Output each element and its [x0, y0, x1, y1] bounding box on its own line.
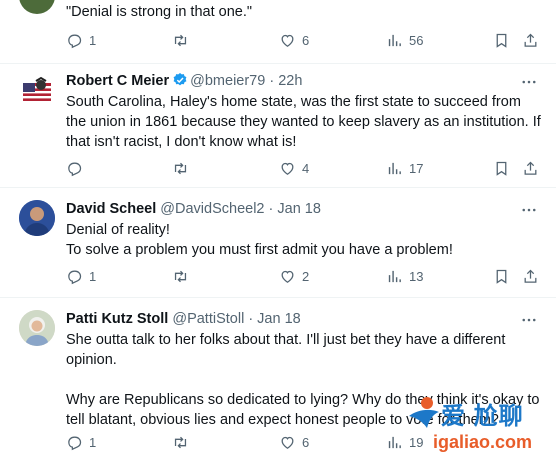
share-button[interactable] — [522, 266, 539, 286]
avatar[interactable] — [19, 73, 55, 109]
reply-button[interactable]: 1 — [66, 266, 96, 286]
avatar-photo-icon — [19, 310, 55, 346]
bookmark-button[interactable] — [493, 158, 510, 178]
retweet-button[interactable] — [172, 432, 195, 452]
tweet-actions: 1 2 13 — [66, 266, 544, 286]
view-count: 17 — [409, 160, 424, 176]
avatar-flag-icon — [23, 76, 51, 101]
display-name[interactable]: Patti Kutz Stoll — [66, 311, 168, 327]
like-icon — [281, 34, 294, 47]
views-icon — [388, 162, 401, 174]
reply-button[interactable]: 1 — [66, 432, 96, 452]
more-icon — [522, 318, 536, 322]
like-button[interactable]: 4 — [279, 158, 309, 178]
tweet-text: Denial of reality! To solve a problem yo… — [66, 222, 453, 258]
views-icon — [388, 34, 401, 46]
user-handle[interactable]: @DavidScheel2 — [160, 201, 264, 217]
views-icon — [388, 436, 401, 448]
view-count: 13 — [409, 268, 424, 284]
tweet-text: "Denial is strong in that one." — [66, 4, 253, 20]
views-button[interactable]: 19 — [386, 432, 423, 452]
retweet-icon — [174, 162, 187, 174]
reply-icon — [68, 34, 82, 48]
views-button[interactable]: 13 — [386, 266, 423, 286]
tweet-actions: 1 6 56 — [66, 30, 544, 50]
like-icon — [281, 162, 294, 175]
verified-icon — [173, 73, 187, 86]
retweet-icon — [174, 34, 187, 46]
avatar[interactable] — [19, 310, 55, 346]
more-icon — [522, 80, 536, 84]
reply-button[interactable]: 1 — [66, 30, 96, 50]
retweet-button[interactable] — [172, 266, 195, 286]
views-icon — [388, 270, 401, 282]
retweet-icon — [174, 436, 187, 448]
like-count: 6 — [302, 434, 310, 450]
like-button[interactable]: 6 — [279, 30, 309, 50]
avatar-photo-icon — [19, 200, 55, 236]
timestamp[interactable]: · Jan 18 — [248, 311, 300, 327]
bookmark-icon — [496, 33, 507, 48]
views-button[interactable]: 56 — [386, 30, 423, 50]
share-icon — [524, 33, 537, 47]
display-name[interactable]: David Scheel — [66, 201, 156, 217]
bookmark-button[interactable] — [493, 30, 510, 50]
tweet-header: Patti Kutz Stoll @PattiStoll · Jan 18 — [66, 310, 301, 328]
like-icon — [281, 270, 294, 283]
share-icon — [524, 269, 537, 283]
tweet-header: David Scheel @DavidScheel2 · Jan 18 — [66, 200, 321, 218]
more-button[interactable] — [520, 73, 538, 91]
tweet-text: South Carolina, Haley's home state, was … — [66, 94, 545, 150]
reply-icon — [68, 436, 82, 450]
bookmark-icon — [496, 161, 507, 176]
like-count: 6 — [302, 32, 310, 48]
view-count: 56 — [409, 32, 424, 48]
tweet-actions: 4 17 — [66, 158, 544, 178]
retweet-button[interactable] — [172, 158, 195, 178]
display-name[interactable]: Robert C Meier — [66, 73, 169, 89]
timestamp[interactable]: · Jan 18 — [269, 201, 321, 217]
bookmark-button[interactable] — [493, 266, 510, 286]
bookmark-icon — [496, 269, 507, 284]
share-icon — [524, 161, 537, 175]
tweet-actions: 1 6 19 — [66, 432, 544, 452]
more-icon — [522, 208, 536, 212]
user-handle[interactable]: @bmeier79 — [190, 73, 265, 89]
views-button[interactable]: 17 — [386, 158, 423, 178]
reply-icon — [68, 162, 82, 176]
reply-count: 1 — [89, 434, 97, 450]
tweet-1[interactable]: Robert C Meier @bmeier79 · 22h South Caro… — [0, 64, 556, 188]
reply-count: 1 — [89, 32, 97, 48]
like-count: 2 — [302, 268, 310, 284]
timestamp[interactable]: · 22h — [269, 73, 302, 89]
like-count: 4 — [302, 160, 310, 176]
more-button[interactable] — [520, 311, 538, 329]
view-count: 19 — [409, 434, 424, 450]
more-button[interactable] — [520, 201, 538, 219]
retweet-button[interactable] — [172, 30, 195, 50]
avatar[interactable] — [19, 0, 55, 14]
like-icon — [281, 436, 294, 449]
reply-icon — [68, 270, 82, 284]
share-button[interactable] — [522, 30, 539, 50]
share-button[interactable] — [522, 158, 539, 178]
reply-button[interactable] — [66, 158, 89, 178]
like-button[interactable]: 2 — [279, 266, 309, 286]
reply-count: 1 — [89, 268, 97, 284]
tweet-2[interactable]: David Scheel @DavidScheel2 · Jan 18 Deni… — [0, 188, 556, 298]
retweet-icon — [174, 270, 187, 282]
like-button[interactable]: 6 — [279, 432, 309, 452]
avatar[interactable] — [19, 200, 55, 236]
tweet-header: Robert C Meier @bmeier79 · 22h — [66, 72, 302, 90]
tweet-0[interactable]: "Denial is strong in that one." 1 6 56 — [0, 0, 556, 64]
tweet-3[interactable]: Patti Kutz Stoll @PattiStoll · Jan 18 Sh… — [0, 298, 556, 463]
user-handle[interactable]: @PattiStoll — [172, 311, 244, 327]
tweet-text: She outta talk to her folks about that. … — [66, 332, 540, 428]
